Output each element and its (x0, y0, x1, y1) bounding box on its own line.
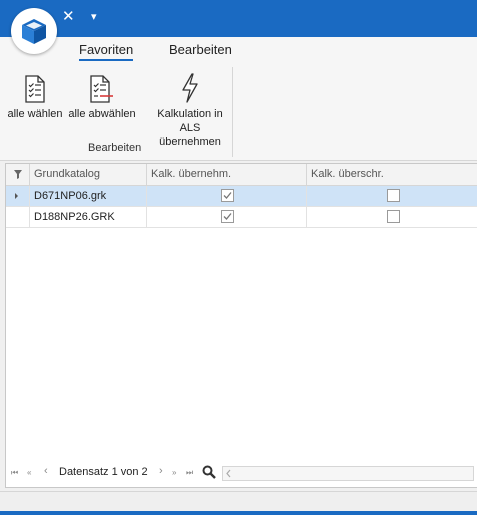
group-separator (232, 67, 233, 157)
data-grid: Grundkatalog Kalk. übernehm. Kalk. übers… (5, 163, 477, 488)
status-bar (0, 491, 477, 512)
column-header-grundkatalog[interactable]: Grundkatalog (30, 164, 147, 185)
tab-favoriten[interactable]: Favoriten (79, 42, 134, 61)
record-navigator: ⏮ « ‹ Datensatz 1 von 2 › » ⏭ (6, 462, 477, 484)
record-position-text: Datensatz 1 von 2 (59, 466, 148, 478)
quick-access-menu-icon[interactable]: ▾ (91, 9, 97, 25)
checkbox-kalk-uebernehm[interactable] (221, 210, 234, 223)
table-row[interactable]: D188NP26.GRK (6, 207, 477, 228)
select-all-label: alle wählen (7, 108, 63, 120)
group-label-bearbeiten: Bearbeiten (88, 142, 142, 154)
grid-header: Grundkatalog Kalk. übernehm. Kalk. übers… (6, 164, 477, 186)
calculation-label-line2: ALS übernehmen (159, 122, 221, 148)
nav-prev-button[interactable]: ‹ (44, 465, 48, 477)
calculation-label-line1: Kalkulation in (157, 108, 223, 120)
search-icon (202, 465, 216, 479)
nav-first-button[interactable]: ⏮ (11, 467, 18, 479)
filter-icon (14, 170, 22, 179)
nav-next-button[interactable]: › (159, 465, 163, 477)
select-all-button[interactable]: alle wählen (6, 69, 64, 121)
title-bar: ✕ ▾ (0, 0, 477, 37)
column-header-kalk-uebernehm[interactable]: Kalk. übernehm. (147, 164, 307, 185)
app-logo[interactable] (11, 8, 57, 54)
cell-grundkatalog[interactable]: D188NP26.GRK (30, 207, 147, 227)
checkmark-icon (223, 213, 232, 220)
table-row[interactable]: D671NP06.grk (6, 186, 477, 207)
nav-prev-page-button[interactable]: « (27, 467, 31, 479)
row-indicator (6, 186, 30, 206)
lightning-icon (182, 73, 198, 103)
column-header-kalk-ueberschr[interactable]: Kalk. überschr. (307, 164, 477, 185)
cell-grundkatalog[interactable]: D671NP06.grk (30, 186, 147, 206)
cell-kalk-ueberschr[interactable] (307, 186, 477, 206)
calculation-to-als-button[interactable]: Kalkulation in ALS übernehmen (152, 69, 228, 149)
window-bottom-border (0, 511, 477, 515)
search-button[interactable] (202, 465, 216, 482)
checkbox-kalk-ueberschr[interactable] (387, 189, 400, 202)
checklist-uncheck-icon (90, 75, 113, 103)
nav-last-button[interactable]: ⏭ (186, 467, 193, 479)
close-icon[interactable]: ✕ (62, 9, 75, 25)
checkbox-kalk-ueberschr[interactable] (387, 210, 400, 223)
cell-kalk-ueberschr[interactable] (307, 207, 477, 227)
deselect-all-button[interactable]: alle abwählen (67, 69, 137, 121)
checklist-icon (25, 75, 45, 103)
horizontal-scrollbar[interactable] (222, 466, 474, 481)
checkmark-icon (223, 192, 232, 199)
ribbon: Favoriten Bearbeiten alle wählen alle ab… (0, 37, 477, 161)
cell-kalk-uebernehm[interactable] (147, 207, 307, 227)
filter-button[interactable] (6, 164, 30, 185)
cube-icon (22, 19, 46, 44)
row-pointer-icon (15, 193, 18, 199)
checkbox-kalk-uebernehm[interactable] (221, 189, 234, 202)
tab-bearbeiten[interactable]: Bearbeiten (169, 42, 232, 57)
row-indicator (6, 207, 30, 227)
cell-kalk-uebernehm[interactable] (147, 186, 307, 206)
scroll-left-icon (226, 469, 231, 478)
deselect-all-label: alle abwählen (68, 108, 136, 120)
nav-next-page-button[interactable]: » (172, 467, 176, 479)
